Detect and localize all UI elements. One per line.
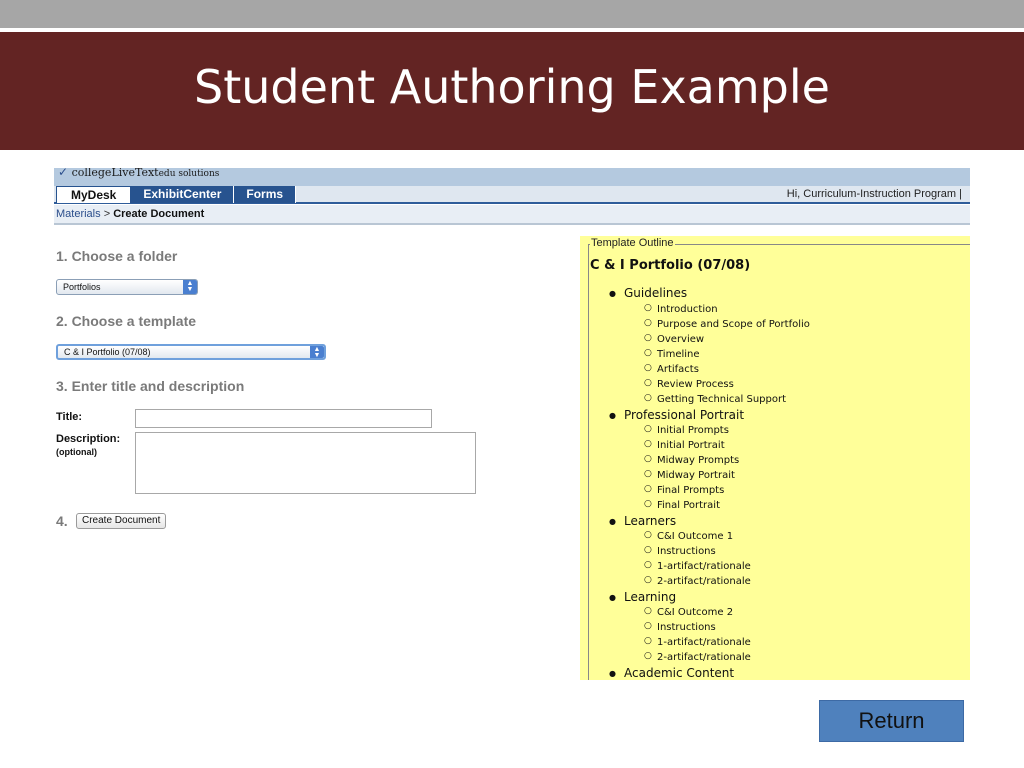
outline-item: Final Portrait [580, 497, 970, 513]
step-choose-folder: 1. Choose a folder [56, 248, 178, 264]
create-document-button[interactable]: Create Document [76, 513, 167, 529]
outline-item: 1-artifact/rationale [580, 634, 970, 650]
outline-item: Initial Portrait [580, 437, 970, 453]
nav-bar: MyDesk ExhibitCenter Forms Hi, Curriculu… [54, 186, 970, 204]
return-button[interactable]: Return [819, 700, 964, 742]
outline-section: Learners [580, 514, 970, 529]
outline-item: Timeline [580, 346, 970, 362]
outline-legend: Template Outline [590, 237, 675, 249]
outline-item: Artifacts [580, 361, 970, 377]
app-header: ✓ collegeLiveTextedu solutions [54, 168, 970, 186]
step-4-label: 4. [56, 513, 68, 529]
outline-title: C & I Portfolio (07/08) [590, 258, 751, 273]
tab-exhibitcenter[interactable]: ExhibitCenter [131, 186, 235, 203]
outline-item: 2-artifact/rationale [580, 649, 970, 665]
outline-item: Overview [580, 331, 970, 347]
nav-tabs: MyDesk ExhibitCenter Forms [56, 186, 297, 203]
description-textarea[interactable] [135, 432, 476, 494]
outline-section: Guidelines [580, 286, 970, 301]
breadcrumb-current: Create Document [113, 208, 205, 220]
logo-text: collegeLiveText [71, 168, 159, 179]
outline-section: Professional Portrait [580, 408, 970, 423]
tab-mydesk[interactable]: MyDesk [56, 186, 132, 203]
outline-item: C&I Outcome 1 [580, 528, 970, 544]
breadcrumb: Materials > Create Document [54, 205, 970, 225]
step-enter-title: 3. Enter title and description [56, 378, 245, 394]
outline-item: Final Prompts [580, 482, 970, 498]
outline-section: Academic Content [580, 666, 970, 680]
breadcrumb-separator: > [103, 208, 111, 220]
outline-item: Initial Prompts [580, 422, 970, 438]
outline-item: Midway Prompts [580, 452, 970, 468]
outline-item: 2-artifact/rationale [580, 573, 970, 589]
select-arrows-icon: ▲ ▼ [183, 280, 197, 294]
logo-check-icon: ✓ [58, 168, 69, 179]
user-greeting: Hi, Curriculum-Instruction Program | [786, 188, 962, 200]
app-screenshot: ✓ collegeLiveTextedu solutions MyDesk Ex… [54, 168, 970, 680]
outline-item: Midway Portrait [580, 467, 970, 483]
app-logo: ✓ collegeLiveTextedu solutions [58, 168, 219, 179]
template-select-value: C & I Portfolio (07/08) [64, 347, 151, 357]
tab-forms[interactable]: Forms [234, 186, 297, 203]
template-outline-panel: Template Outline C & I Portfolio (07/08)… [580, 236, 970, 680]
folder-select-value: Portfolios [63, 282, 101, 292]
title-label: Title: [56, 411, 83, 423]
template-select[interactable]: C & I Portfolio (07/08) ▲ ▼ [56, 344, 326, 360]
outline-section: Learning [580, 590, 970, 605]
step-choose-template: 2. Choose a template [56, 313, 197, 329]
description-label: Description: [56, 433, 121, 445]
folder-select[interactable]: Portfolios ▲ ▼ [56, 279, 198, 295]
logo-suffix: edu solutions [158, 169, 220, 179]
outline-item: C&I Outcome 2 [580, 604, 970, 620]
outline-item: Introduction [580, 301, 970, 317]
title-input[interactable] [135, 409, 432, 428]
top-decor-strip [0, 0, 1024, 28]
breadcrumb-link-materials[interactable]: Materials [56, 208, 101, 220]
outline-item: Review Process [580, 376, 970, 392]
outline-item: Purpose and Scope of Portfolio [580, 316, 970, 332]
slide-title: Student Authoring Example [194, 60, 830, 114]
description-optional-note: (optional) [56, 447, 97, 457]
outline-list: Guidelines Introduction Purpose and Scop… [580, 286, 970, 680]
select-arrows-icon: ▲ ▼ [310, 346, 324, 359]
outline-item: Instructions [580, 543, 970, 559]
outline-item: 1-artifact/rationale [580, 558, 970, 574]
outline-item: Getting Technical Support [580, 391, 970, 407]
outline-item: Instructions [580, 619, 970, 635]
